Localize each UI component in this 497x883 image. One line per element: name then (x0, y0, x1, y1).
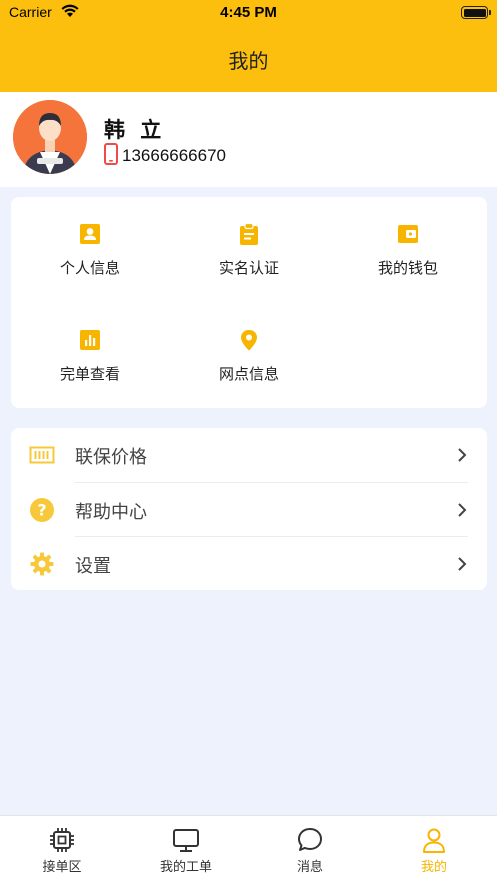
page-title: 我的 (228, 49, 269, 73)
grid-item-wallet[interactable]: 我的钱包 (329, 197, 487, 277)
svg-text:?: ? (37, 501, 46, 520)
menu-item-warranty-price[interactable]: 联保价格 (11, 428, 487, 482)
avatar[interactable] (13, 100, 87, 174)
person-icon (420, 826, 448, 854)
menu-item-label: 设置 (75, 556, 111, 577)
grid-item-real-name-auth[interactable]: 实名认证 (170, 197, 328, 277)
phone-number: 13666666670 (122, 146, 227, 165)
feature-grid: 个人信息 实名认证 我的钱包 完单查看 网点信息 (11, 197, 487, 408)
location-pin-icon (238, 329, 260, 351)
monitor-icon (172, 826, 200, 854)
menu-item-label: 联保价格 (75, 447, 147, 468)
status-bar: Carrier 4:45 PM (0, 0, 497, 26)
top-header: Carrier 4:45 PM 我的 (0, 0, 497, 92)
contact-card-icon (79, 223, 101, 245)
tab-my-work-orders[interactable]: 我的工单 (124, 816, 248, 883)
profile-card[interactable]: 韩 立 13666666670 (0, 92, 497, 187)
chevron-right-icon (457, 447, 467, 467)
tab-order-pool[interactable]: 接单区 (0, 816, 124, 883)
tab-label: 消息 (296, 860, 323, 875)
grid-item-label: 个人信息 (59, 259, 120, 277)
help-icon: ? (29, 497, 55, 523)
chevron-right-icon (457, 556, 467, 576)
tab-label: 我的工单 (159, 860, 212, 875)
grid-item-label: 实名认证 (218, 259, 279, 277)
grid-item-label: 网点信息 (218, 365, 279, 383)
phone-row: 13666666670 (104, 143, 227, 169)
price-tag-icon (29, 442, 55, 468)
chat-bubble-icon (296, 826, 324, 854)
menu-item-help-center[interactable]: ? 帮助中心 (11, 483, 487, 537)
grid-item-personal-info[interactable]: 个人信息 (11, 197, 169, 277)
chip-icon (48, 826, 76, 854)
chevron-right-icon (457, 502, 467, 522)
grid-item-outlet-info[interactable]: 网点信息 (170, 303, 328, 383)
menu-list: 联保价格 ? 帮助中心 设置 (11, 428, 487, 590)
battery-icon (461, 6, 491, 19)
phone-icon (104, 143, 118, 169)
grid-item-completed-orders[interactable]: 完单查看 (11, 303, 169, 383)
grid-item-label: 完单查看 (59, 365, 120, 383)
bar-chart-icon (79, 329, 101, 351)
status-time: 4:45 PM (220, 4, 277, 21)
wallet-icon (397, 223, 419, 245)
gear-icon (29, 551, 55, 577)
grid-item-label: 我的钱包 (377, 259, 438, 277)
tab-mine[interactable]: 我的 (372, 816, 496, 883)
user-name: 韩 立 (104, 118, 166, 142)
tab-label: 接单区 (42, 860, 82, 875)
menu-item-settings[interactable]: 设置 (11, 537, 487, 591)
tab-label: 我的 (420, 860, 447, 875)
bottom-tab-bar: 接单区 我的工单 消息 我的 (0, 815, 497, 883)
menu-item-label: 帮助中心 (75, 502, 147, 523)
clipboard-icon (238, 222, 260, 245)
tab-messages[interactable]: 消息 (248, 816, 372, 883)
